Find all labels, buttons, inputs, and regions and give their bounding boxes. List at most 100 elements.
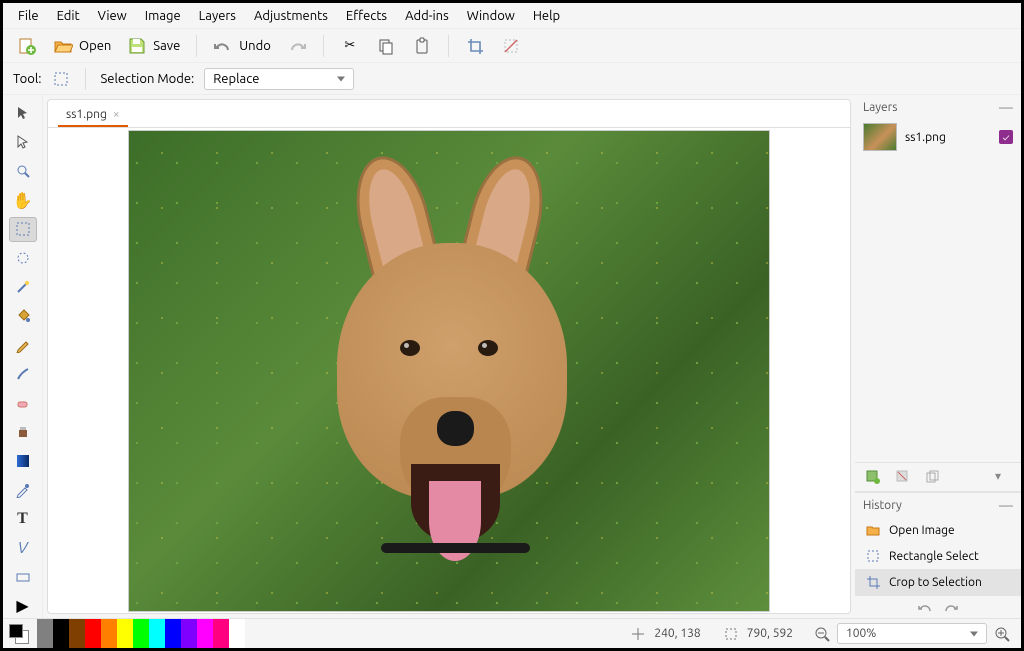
- tool-pencil[interactable]: [9, 333, 37, 358]
- palette-swatch[interactable]: [117, 619, 133, 648]
- main-toolbar: Open Save Undo ✂: [3, 29, 1021, 63]
- history-item-crop[interactable]: Crop to Selection: [855, 569, 1021, 595]
- layer-row[interactable]: ss1.png ✓: [855, 119, 1021, 155]
- tool-zoom[interactable]: [9, 159, 37, 184]
- tool-gradient[interactable]: [9, 448, 37, 473]
- tool-eraser[interactable]: [9, 391, 37, 416]
- folder-icon: [863, 520, 883, 540]
- tool-brush[interactable]: [9, 362, 37, 387]
- palette-swatch[interactable]: [213, 619, 229, 648]
- tool-clone-stamp[interactable]: [9, 420, 37, 445]
- history-undo-icon[interactable]: [917, 600, 933, 614]
- tool-rectangle-select[interactable]: [9, 217, 37, 242]
- history-redo-icon[interactable]: [943, 600, 959, 614]
- right-panels: Layers — ss1.png ✓ ▾ History —: [855, 95, 1021, 618]
- minimize-icon[interactable]: —: [999, 497, 1013, 513]
- add-layer-icon[interactable]: [865, 469, 881, 485]
- history-item-select[interactable]: Rectangle Select: [855, 543, 1021, 569]
- bounds-icon: [721, 624, 741, 644]
- selection-size-group: 790, 592: [711, 624, 803, 644]
- image-surface[interactable]: [129, 131, 769, 611]
- document-tab[interactable]: ss1.png ×: [58, 104, 128, 127]
- scissors-icon: ✂: [340, 36, 360, 56]
- new-file-icon: [17, 36, 37, 56]
- color-palette[interactable]: [37, 619, 245, 648]
- tool-magic-wand[interactable]: [9, 275, 37, 300]
- folder-open-icon: [53, 36, 73, 56]
- tool-shapes[interactable]: [9, 564, 37, 589]
- history-item-open[interactable]: Open Image: [855, 517, 1021, 543]
- canvas[interactable]: [48, 128, 850, 613]
- undo-button[interactable]: Undo: [209, 34, 275, 58]
- tool-lasso-select[interactable]: [9, 246, 37, 271]
- hand-icon: ✋: [13, 191, 33, 210]
- menu-file[interactable]: File: [9, 5, 48, 27]
- tool-strip: ✋ T V ▶: [3, 95, 43, 618]
- deselect-icon: [501, 36, 521, 56]
- palette-swatch[interactable]: [133, 619, 149, 648]
- cursor-pos-group: 240, 138: [618, 624, 710, 644]
- history-label: Crop to Selection: [889, 576, 982, 589]
- divider: [85, 68, 86, 90]
- deselect-button[interactable]: [497, 34, 525, 58]
- layer-visibility-toggle[interactable]: ✓: [999, 130, 1013, 144]
- menu-help[interactable]: Help: [524, 5, 569, 27]
- selection-mode-dropdown[interactable]: Replace: [204, 68, 354, 90]
- tool-move[interactable]: [9, 130, 37, 155]
- undo-icon: [213, 36, 233, 56]
- foreground-color-swatch[interactable]: [9, 624, 23, 638]
- menu-adjustments[interactable]: Adjustments: [245, 5, 337, 27]
- menu-image[interactable]: Image: [136, 5, 190, 27]
- delete-layer-icon[interactable]: [895, 469, 911, 485]
- palette-swatch[interactable]: [149, 619, 165, 648]
- layer-name: ss1.png: [905, 131, 946, 144]
- crop-button[interactable]: [461, 34, 489, 58]
- paste-button[interactable]: [408, 34, 436, 58]
- palette-swatch[interactable]: [229, 619, 245, 648]
- palette-swatch[interactable]: [197, 619, 213, 648]
- crop-icon: [465, 36, 485, 56]
- palette-swatch[interactable]: [69, 619, 85, 648]
- crosshair-icon: [628, 624, 648, 644]
- crop-icon: [863, 572, 883, 592]
- menu-view[interactable]: View: [89, 5, 136, 27]
- menu-edit[interactable]: Edit: [48, 5, 89, 27]
- tool-color-picker[interactable]: [9, 477, 37, 502]
- menu-layers[interactable]: Layers: [190, 5, 245, 27]
- zoom-out-button[interactable]: [813, 625, 831, 643]
- save-button[interactable]: Save: [123, 34, 184, 58]
- tool-pointer[interactable]: [9, 101, 37, 126]
- tool-paint-bucket[interactable]: [9, 304, 37, 329]
- tool-line[interactable]: V: [9, 535, 37, 560]
- tool-more[interactable]: ▶: [9, 593, 37, 618]
- tool-pan[interactable]: ✋: [9, 188, 37, 213]
- palette-swatch[interactable]: [53, 619, 69, 648]
- open-button[interactable]: Open: [49, 34, 115, 58]
- layer-menu-icon[interactable]: ▾: [995, 469, 1011, 485]
- cut-button[interactable]: ✂: [336, 34, 364, 58]
- palette-swatch[interactable]: [37, 619, 53, 648]
- text-icon: T: [17, 510, 28, 528]
- palette-swatch[interactable]: [85, 619, 101, 648]
- tool-label: Tool:: [13, 72, 41, 86]
- palette-swatch[interactable]: [181, 619, 197, 648]
- color-swatches[interactable]: [3, 619, 37, 648]
- minimize-icon[interactable]: —: [999, 99, 1013, 115]
- palette-swatch[interactable]: [165, 619, 181, 648]
- document-tabs: ss1.png ×: [48, 100, 850, 128]
- close-tab-icon[interactable]: ×: [113, 108, 120, 121]
- rectangle-select-icon: [51, 69, 71, 89]
- copy-button[interactable]: [372, 34, 400, 58]
- tool-text[interactable]: T: [9, 506, 37, 531]
- layers-panel-header: Layers —: [855, 95, 1021, 119]
- menu-addins[interactable]: Add-ins: [396, 5, 458, 27]
- menu-effects[interactable]: Effects: [337, 5, 396, 27]
- new-button[interactable]: [13, 34, 41, 58]
- history-panel-header: History —: [855, 493, 1021, 517]
- palette-swatch[interactable]: [101, 619, 117, 648]
- duplicate-layer-icon[interactable]: [925, 469, 941, 485]
- redo-button[interactable]: [283, 34, 311, 58]
- zoom-in-button[interactable]: [993, 625, 1011, 643]
- zoom-dropdown[interactable]: 100%: [837, 623, 987, 644]
- menu-window[interactable]: Window: [458, 5, 524, 27]
